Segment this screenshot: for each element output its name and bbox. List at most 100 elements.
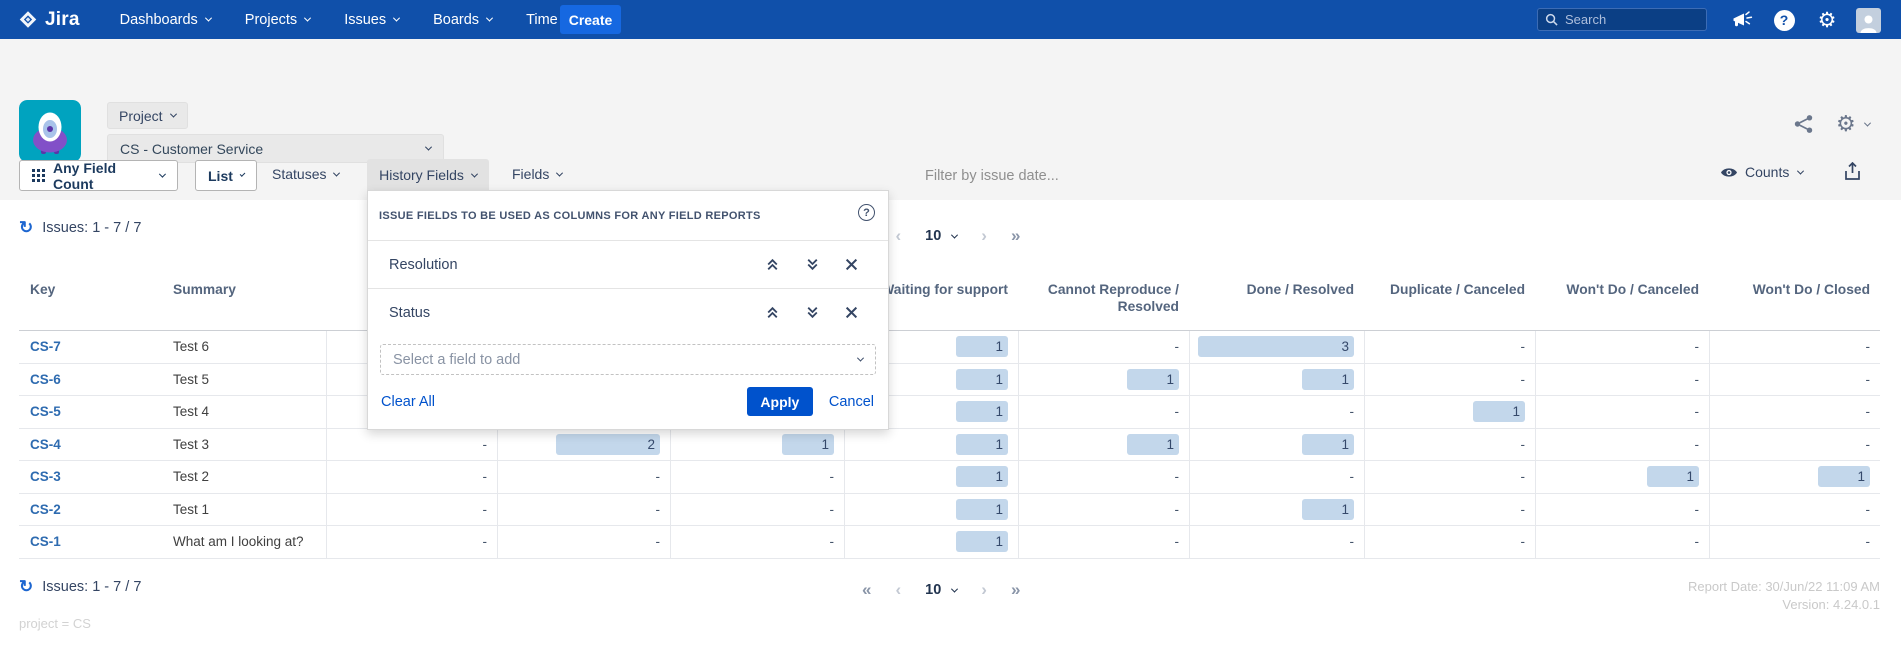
count-bar: 1 (956, 531, 1008, 552)
nav-item-boards[interactable]: Boards (433, 12, 492, 28)
export-button[interactable] (1844, 162, 1861, 186)
page-size-select[interactable]: 10 (925, 582, 957, 598)
value-cell: 1 (1364, 396, 1535, 428)
remove-field-icon[interactable] (845, 257, 858, 272)
nav-item-projects[interactable]: Projects (245, 12, 310, 28)
empty-value: - (483, 502, 488, 517)
value-cell: - (1364, 494, 1535, 526)
issue-key-link[interactable]: CS-5 (30, 404, 61, 419)
search-box[interactable] (1537, 8, 1707, 31)
move-bottom-icon[interactable] (805, 257, 820, 272)
chevron-down-icon (951, 231, 958, 238)
panel-header: ISSUE FIELDS TO BE USED AS COLUMNS FOR A… (368, 191, 888, 240)
nav-item-label: Boards (433, 12, 479, 28)
table-row-cs-4: CS-4Test 3-21111--- (19, 429, 1880, 462)
user-profile-button[interactable] (1855, 7, 1881, 33)
issue-key-link[interactable]: CS-2 (30, 502, 61, 517)
empty-value: - (1695, 502, 1700, 517)
jira-logo-icon (17, 9, 39, 31)
issue-key-link[interactable]: CS-4 (30, 437, 61, 452)
issue-key-link[interactable]: CS-1 (30, 534, 61, 549)
count-bar: 1 (1127, 369, 1179, 390)
add-field-placeholder: Select a field to add (393, 352, 520, 368)
empty-value: - (656, 469, 661, 484)
key-cell: CS-6 (19, 364, 160, 396)
admin-settings-button[interactable]: ⚙ (1814, 7, 1840, 33)
value-cell: - (1535, 396, 1709, 428)
search-input[interactable] (1565, 12, 1699, 27)
counts-dropdown[interactable]: Counts (1720, 164, 1803, 180)
value-cell: 1 (1189, 494, 1364, 526)
chevron-down-icon (304, 15, 311, 22)
next-page-button[interactable]: › (981, 226, 987, 246)
field-label: Resolution (389, 257, 765, 273)
page-size-select[interactable]: 10 (925, 228, 957, 244)
chevron-down-icon (857, 355, 864, 362)
help-circle-icon[interactable]: ? (858, 204, 875, 221)
count-bar: 1 (956, 369, 1008, 390)
issue-key-link[interactable]: CS-3 (30, 469, 61, 484)
issues-summary-top: ↻ Issues: 1 - 7 / 7 (19, 219, 141, 236)
jira-logo[interactable]: Jira (17, 9, 80, 31)
refresh-icon[interactable]: ↻ (19, 578, 33, 595)
create-button[interactable]: Create (560, 5, 621, 34)
project-type-button[interactable]: Project (107, 102, 188, 129)
value-cell: 1 (844, 429, 1018, 461)
fields-dropdown[interactable]: Fields (512, 166, 562, 182)
issue-key-link[interactable]: CS-6 (30, 372, 61, 387)
column-header-duplicate-canceled: Duplicate / Canceled (1364, 270, 1535, 330)
last-page-button[interactable]: » (1011, 580, 1020, 600)
cancel-link[interactable]: Cancel (829, 394, 874, 410)
last-page-button[interactable]: » (1011, 226, 1020, 246)
previous-page-button[interactable]: ‹ (895, 580, 901, 600)
count-bar: 1 (1473, 401, 1525, 422)
statuses-dropdown[interactable]: Statuses (272, 166, 339, 182)
summary-text: Test 1 (173, 502, 209, 517)
empty-value: - (1175, 469, 1180, 484)
nav-item-issues[interactable]: Issues (344, 12, 399, 28)
help-button[interactable]: ? (1771, 7, 1797, 33)
issue-date-filter-input[interactable] (925, 162, 1255, 189)
report-settings-button[interactable]: ⚙ (1836, 111, 1870, 137)
clear-all-link[interactable]: Clear All (381, 394, 435, 410)
chevron-down-icon (471, 170, 478, 177)
project-type-label: Project (119, 108, 163, 124)
project-avatar[interactable] (19, 100, 81, 162)
announcements-button[interactable] (1729, 7, 1755, 33)
column-header-summary: Summary (160, 270, 326, 330)
value-cell: - (1018, 396, 1189, 428)
value-cell: - (1018, 526, 1189, 558)
summary-text: What am I looking at? (173, 534, 304, 549)
list-view-button[interactable]: List (195, 160, 257, 191)
share-button[interactable] (1793, 114, 1815, 134)
remove-field-icon[interactable] (845, 305, 858, 320)
empty-value: - (1521, 502, 1526, 517)
summary-cell: Test 3 (160, 429, 326, 461)
next-page-button[interactable]: › (981, 580, 987, 600)
value-cell: - (1535, 429, 1709, 461)
move-top-icon[interactable] (765, 305, 780, 320)
add-field-select[interactable]: Select a field to add (380, 344, 876, 375)
move-bottom-icon[interactable] (805, 305, 820, 320)
move-top-icon[interactable] (765, 257, 780, 272)
table-row-cs-3: CS-3Test 2---1---11 (19, 461, 1880, 494)
report-date: Report Date: 30/Jun/22 11:09 AM (1688, 578, 1880, 596)
history-fields-dropdown[interactable]: History Fields (367, 159, 489, 191)
nav-item-dashboards[interactable]: Dashboards (120, 12, 211, 28)
empty-value: - (1521, 372, 1526, 387)
apply-button[interactable]: Apply (747, 387, 813, 416)
refresh-icon[interactable]: ↻ (19, 219, 33, 236)
any-field-count-button[interactable]: Any Field Count (19, 160, 178, 191)
empty-value: - (1695, 437, 1700, 452)
issue-key-link[interactable]: CS-7 (30, 339, 61, 354)
summary-text: Test 4 (173, 404, 209, 419)
first-page-button[interactable]: « (862, 580, 871, 600)
value-cell: - (670, 526, 844, 558)
jql-query-text: project = CS (19, 616, 91, 631)
empty-value: - (1521, 534, 1526, 549)
empty-value: - (1175, 534, 1180, 549)
empty-value: - (1866, 372, 1871, 387)
key-cell: CS-1 (19, 526, 160, 558)
previous-page-button[interactable]: ‹ (895, 226, 901, 246)
empty-value: - (830, 469, 835, 484)
